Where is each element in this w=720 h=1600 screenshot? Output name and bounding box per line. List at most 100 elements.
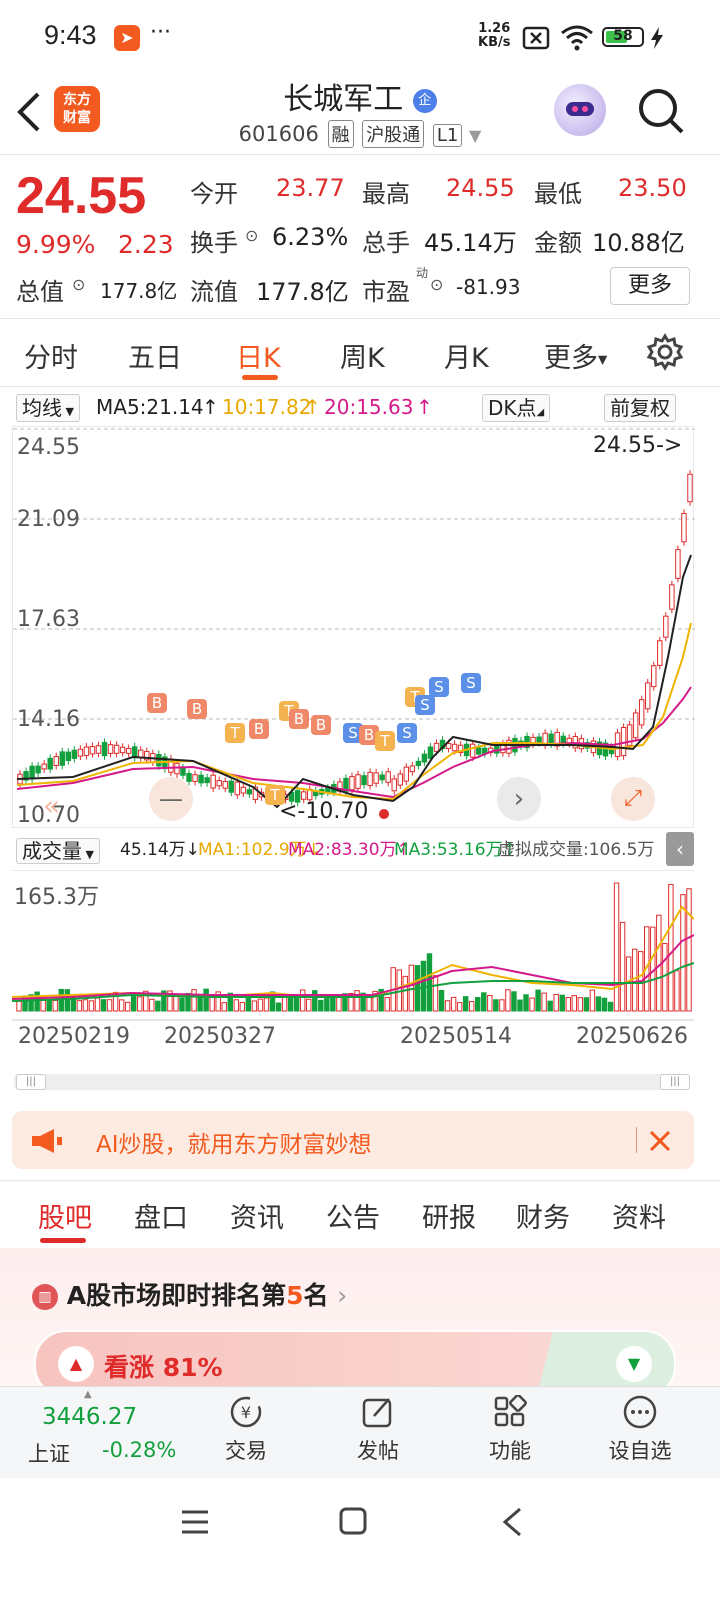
- buy-marker[interactable]: B: [147, 693, 167, 713]
- sell-marker[interactable]: S: [415, 695, 435, 715]
- ai-banner[interactable]: AI炒股，就用东方财富妙想: [12, 1111, 694, 1169]
- nav-functions[interactable]: 功能: [460, 1395, 560, 1465]
- buy-marker[interactable]: B: [249, 719, 269, 739]
- t-marker[interactable]: T: [375, 731, 395, 751]
- tab-weekly-k[interactable]: 周K: [340, 336, 385, 375]
- sell-marker[interactable]: S: [461, 673, 481, 693]
- sell-marker[interactable]: S: [429, 677, 449, 697]
- nav-trade[interactable]: ¥ 交易: [196, 1395, 296, 1465]
- open-label: 今开: [190, 180, 238, 208]
- forum-tab-underline: [40, 1238, 86, 1243]
- ranking-number: 5: [286, 1281, 304, 1310]
- candle: [101, 741, 108, 757]
- tab-research[interactable]: 研报: [422, 1196, 476, 1235]
- buy-marker[interactable]: B: [289, 709, 309, 729]
- tab-intraday[interactable]: 分时: [24, 336, 78, 375]
- kline-chart[interactable]: B B T B T B T B S B T S T S S S 24.55 21…: [12, 426, 695, 828]
- volume-bar: [595, 996, 602, 1012]
- volume-bar: [64, 989, 71, 1012]
- tab-order-book[interactable]: 盘口: [134, 1196, 188, 1235]
- adjust-button[interactable]: 前复权: [604, 394, 676, 422]
- volume-bar: [577, 997, 584, 1012]
- candle: [77, 748, 84, 757]
- volume-chart[interactable]: 165.3万: [12, 870, 694, 1013]
- turnover-info-icon[interactable]: ⊙: [245, 226, 258, 245]
- candle: [186, 772, 192, 782]
- banner-text: AI炒股，就用东方财富妙想: [96, 1132, 372, 1158]
- index-name[interactable]: 上证: [28, 1438, 70, 1468]
- tab-more[interactable]: 更多▼: [544, 336, 607, 375]
- system-back-icon[interactable]: [500, 1506, 524, 1538]
- candle: [234, 781, 241, 796]
- tab-profile[interactable]: 资料: [612, 1196, 666, 1235]
- volume-bar: [16, 1000, 22, 1012]
- nav-add-watchlist[interactable]: 设自选: [590, 1395, 690, 1465]
- index-value[interactable]: 3446.27: [42, 1404, 137, 1430]
- dk-point-button[interactable]: DK点◢: [482, 394, 551, 422]
- candle: [379, 774, 385, 781]
- down-triangle-icon: ▼: [616, 1346, 652, 1382]
- amount-value: 10.88亿: [592, 229, 685, 257]
- volume-bar: [680, 894, 686, 1012]
- y-label-max: 24.55: [17, 435, 80, 460]
- collapse-panel-icon[interactable]: ‹: [666, 832, 694, 866]
- volume-ma2: MA2:83.30万↑: [288, 840, 411, 860]
- nav-post[interactable]: 发帖: [328, 1395, 428, 1465]
- more-circle-icon: [623, 1395, 657, 1429]
- home-icon[interactable]: [338, 1506, 368, 1536]
- net-speed: 1.26 KB/s: [478, 22, 510, 50]
- tab-monthly-k[interactable]: 月K: [444, 336, 489, 375]
- index-expand-icon[interactable]: ▲: [84, 1389, 92, 1400]
- sell-marker[interactable]: S: [397, 723, 417, 743]
- ma-selector[interactable]: 均线 ▼: [16, 394, 80, 422]
- volume-bar: [203, 988, 209, 1012]
- t-marker[interactable]: T: [225, 723, 245, 743]
- tab-forum[interactable]: 股吧: [38, 1196, 92, 1235]
- volume-bar: [553, 993, 559, 1012]
- candle: [240, 786, 247, 794]
- pe-label: 市盈: [362, 278, 410, 306]
- volume-bar: [88, 1000, 95, 1012]
- volume-selector[interactable]: 成交量 ▼: [16, 838, 100, 864]
- zoom-out-button[interactable]: —: [149, 777, 193, 821]
- range-handle-left[interactable]: |||: [16, 1074, 46, 1090]
- pe-info-icon[interactable]: ⊙: [430, 275, 443, 294]
- search-icon[interactable]: [636, 86, 686, 136]
- buy-marker[interactable]: B: [187, 699, 207, 719]
- volume-bar: [34, 991, 40, 1012]
- scroll-left-icon[interactable]: «: [43, 789, 60, 822]
- fullscreen-icon[interactable]: ⤢: [611, 777, 655, 821]
- tab-finance[interactable]: 财务: [516, 1196, 570, 1235]
- more-quote-button[interactable]: 更多: [610, 267, 690, 305]
- mcap-info-icon[interactable]: ⊙: [72, 275, 85, 294]
- index-change[interactable]: -0.28%: [102, 1438, 176, 1462]
- last-price-marker: 24.55->: [593, 433, 683, 458]
- stock-title: 长城军工 企: [0, 74, 720, 118]
- candle: [433, 742, 440, 752]
- mcap-label: 总值: [16, 278, 64, 306]
- range-handle-right[interactable]: |||: [660, 1074, 690, 1090]
- low-label: 最低: [534, 180, 582, 208]
- settings-gear-icon[interactable]: [646, 333, 684, 371]
- volume-bar: [275, 1002, 282, 1012]
- volume-bar: [668, 884, 674, 1012]
- next-arrow-button[interactable]: ›: [497, 777, 541, 821]
- menu-icon[interactable]: [180, 1508, 210, 1536]
- candle: [41, 763, 47, 770]
- volume-bar: [523, 994, 529, 1012]
- tab-five-day[interactable]: 五日: [128, 336, 182, 375]
- robot-avatar-icon[interactable]: [554, 84, 606, 136]
- ranking-row[interactable]: ▥ A股市场即时排名第5名 ›: [32, 1276, 347, 1312]
- ma10-up-arrow-icon: ↑: [304, 395, 321, 419]
- close-icon[interactable]: [648, 1129, 672, 1153]
- candle: [632, 712, 639, 739]
- range-slider[interactable]: ||| |||: [14, 1074, 690, 1090]
- candle: [222, 781, 228, 789]
- dropdown-triangle-icon[interactable]: ▼: [469, 126, 481, 145]
- buy-marker[interactable]: B: [311, 715, 331, 735]
- header-divider: [0, 154, 720, 155]
- candle: [138, 749, 144, 758]
- tab-announcements[interactable]: 公告: [326, 1196, 380, 1235]
- tab-daily-k[interactable]: 日K: [236, 336, 281, 375]
- tab-news[interactable]: 资讯: [230, 1196, 284, 1235]
